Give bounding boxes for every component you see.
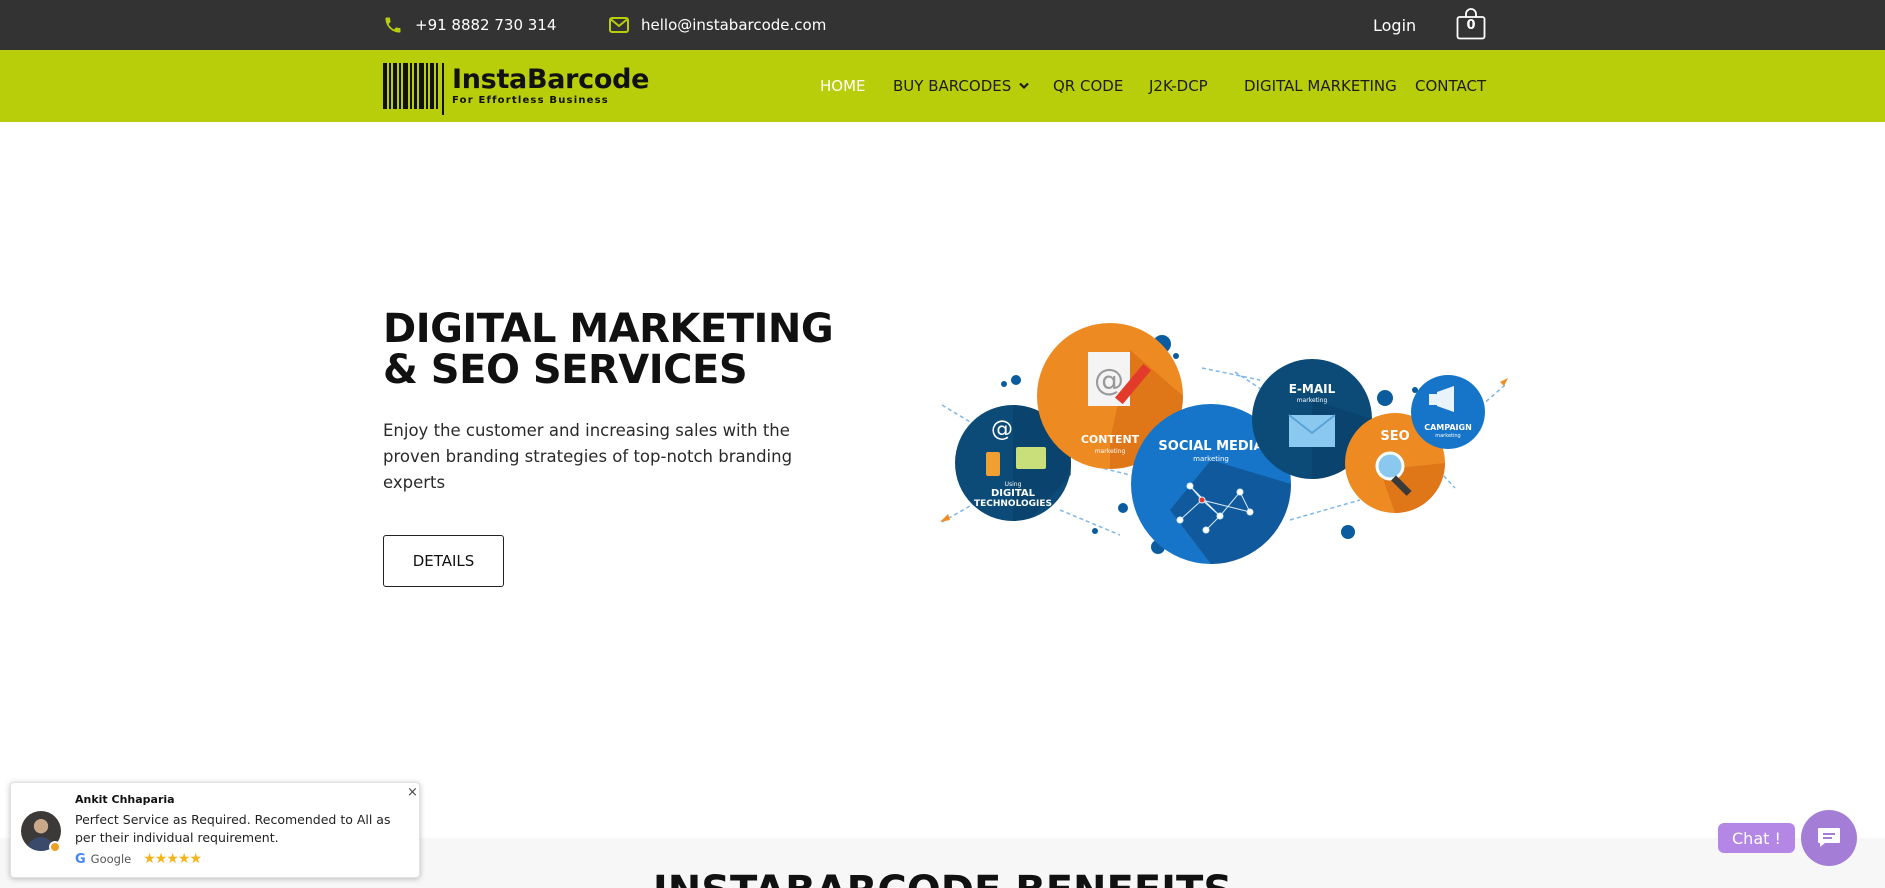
main-navigation: InstaBarcode For Effortless Business HOM…: [0, 50, 1885, 122]
chat-label[interactable]: Chat !: [1718, 823, 1795, 853]
review-source: G Google ★★★★★: [75, 851, 202, 867]
nav-j2k-dcp[interactable]: J2K-DCP: [1149, 50, 1208, 122]
nav-buy-barcodes[interactable]: BUY BARCODES: [893, 50, 1030, 122]
review-popup[interactable]: Ankit Chhaparia Perfect Service as Requi…: [10, 782, 420, 878]
svg-text:CONTENT: CONTENT: [1081, 433, 1140, 446]
svg-text:SEO: SEO: [1380, 429, 1409, 444]
svg-text:SOCIAL MEDIA: SOCIAL MEDIA: [1158, 439, 1263, 454]
nav-contact[interactable]: CONTACT: [1415, 50, 1486, 122]
review-badge-icon: [49, 841, 61, 853]
cart-button[interactable]: 0: [1456, 8, 1486, 40]
nav-qr-code[interactable]: QR CODE: [1053, 50, 1123, 122]
svg-text:TECHNOLOGIES: TECHNOLOGIES: [974, 499, 1052, 509]
chevron-down-icon: [1019, 82, 1030, 90]
google-icon: G: [75, 851, 86, 867]
nav-buy-barcodes-label: BUY BARCODES: [893, 77, 1012, 95]
svg-text:Using: Using: [1005, 481, 1022, 488]
details-button[interactable]: DETAILS: [383, 535, 504, 587]
login-link[interactable]: Login: [1373, 0, 1416, 50]
svg-text:marketing: marketing: [1297, 397, 1328, 404]
top-bar: +91 8882 730 314 hello@instabarcode.com …: [0, 0, 1885, 50]
brand-tagline: For Effortless Business: [452, 95, 609, 106]
svg-text:@: @: [991, 417, 1013, 442]
chat-button[interactable]: [1801, 810, 1857, 866]
svg-text:marketing: marketing: [1193, 455, 1229, 463]
svg-text:marketing: marketing: [1435, 433, 1460, 439]
review-source-label: Google: [90, 852, 132, 866]
chat-bubble-icon: [1818, 828, 1840, 847]
email-address: hello@instabarcode.com: [641, 16, 827, 34]
brand-name: InstaBarcode: [452, 64, 650, 95]
mail-icon: [609, 17, 629, 33]
phone-link[interactable]: +91 8882 730 314: [383, 0, 556, 50]
review-text: Perfect Service as Required. Recomended …: [75, 812, 391, 845]
email-link[interactable]: hello@instabarcode.com: [609, 0, 826, 50]
phone-number: +91 8882 730 314: [415, 16, 557, 34]
svg-text:DIGITAL: DIGITAL: [991, 488, 1036, 499]
campaign-circle: CAMPAIGN marketing: [1411, 375, 1485, 449]
logo[interactable]: InstaBarcode For Effortless Business: [383, 60, 650, 115]
svg-text:CAMPAIGN: CAMPAIGN: [1424, 423, 1472, 432]
star-rating: ★★★★★: [143, 851, 202, 867]
svg-text:E-MAIL: E-MAIL: [1289, 382, 1336, 396]
svg-text:marketing: marketing: [1095, 448, 1126, 455]
close-icon[interactable]: ×: [407, 785, 418, 800]
digital-marketing-illustration: @ Using DIGITAL TECHNOLOGIES @ CONTENT m…: [940, 323, 1508, 564]
nav-home[interactable]: HOME: [820, 50, 866, 122]
barcode-icon: [383, 63, 446, 115]
nav-digital-marketing[interactable]: DIGITAL MARKETING: [1244, 50, 1397, 122]
phone-icon: [385, 17, 401, 33]
cart-count: 0: [1466, 18, 1476, 33]
reviewer-name: Ankit Chhaparia: [75, 793, 175, 806]
hero-description: Enjoy the customer and increasing sales …: [383, 421, 793, 492]
hero-title: DIGITAL MARKETING & SEO SERVICES: [383, 306, 834, 393]
